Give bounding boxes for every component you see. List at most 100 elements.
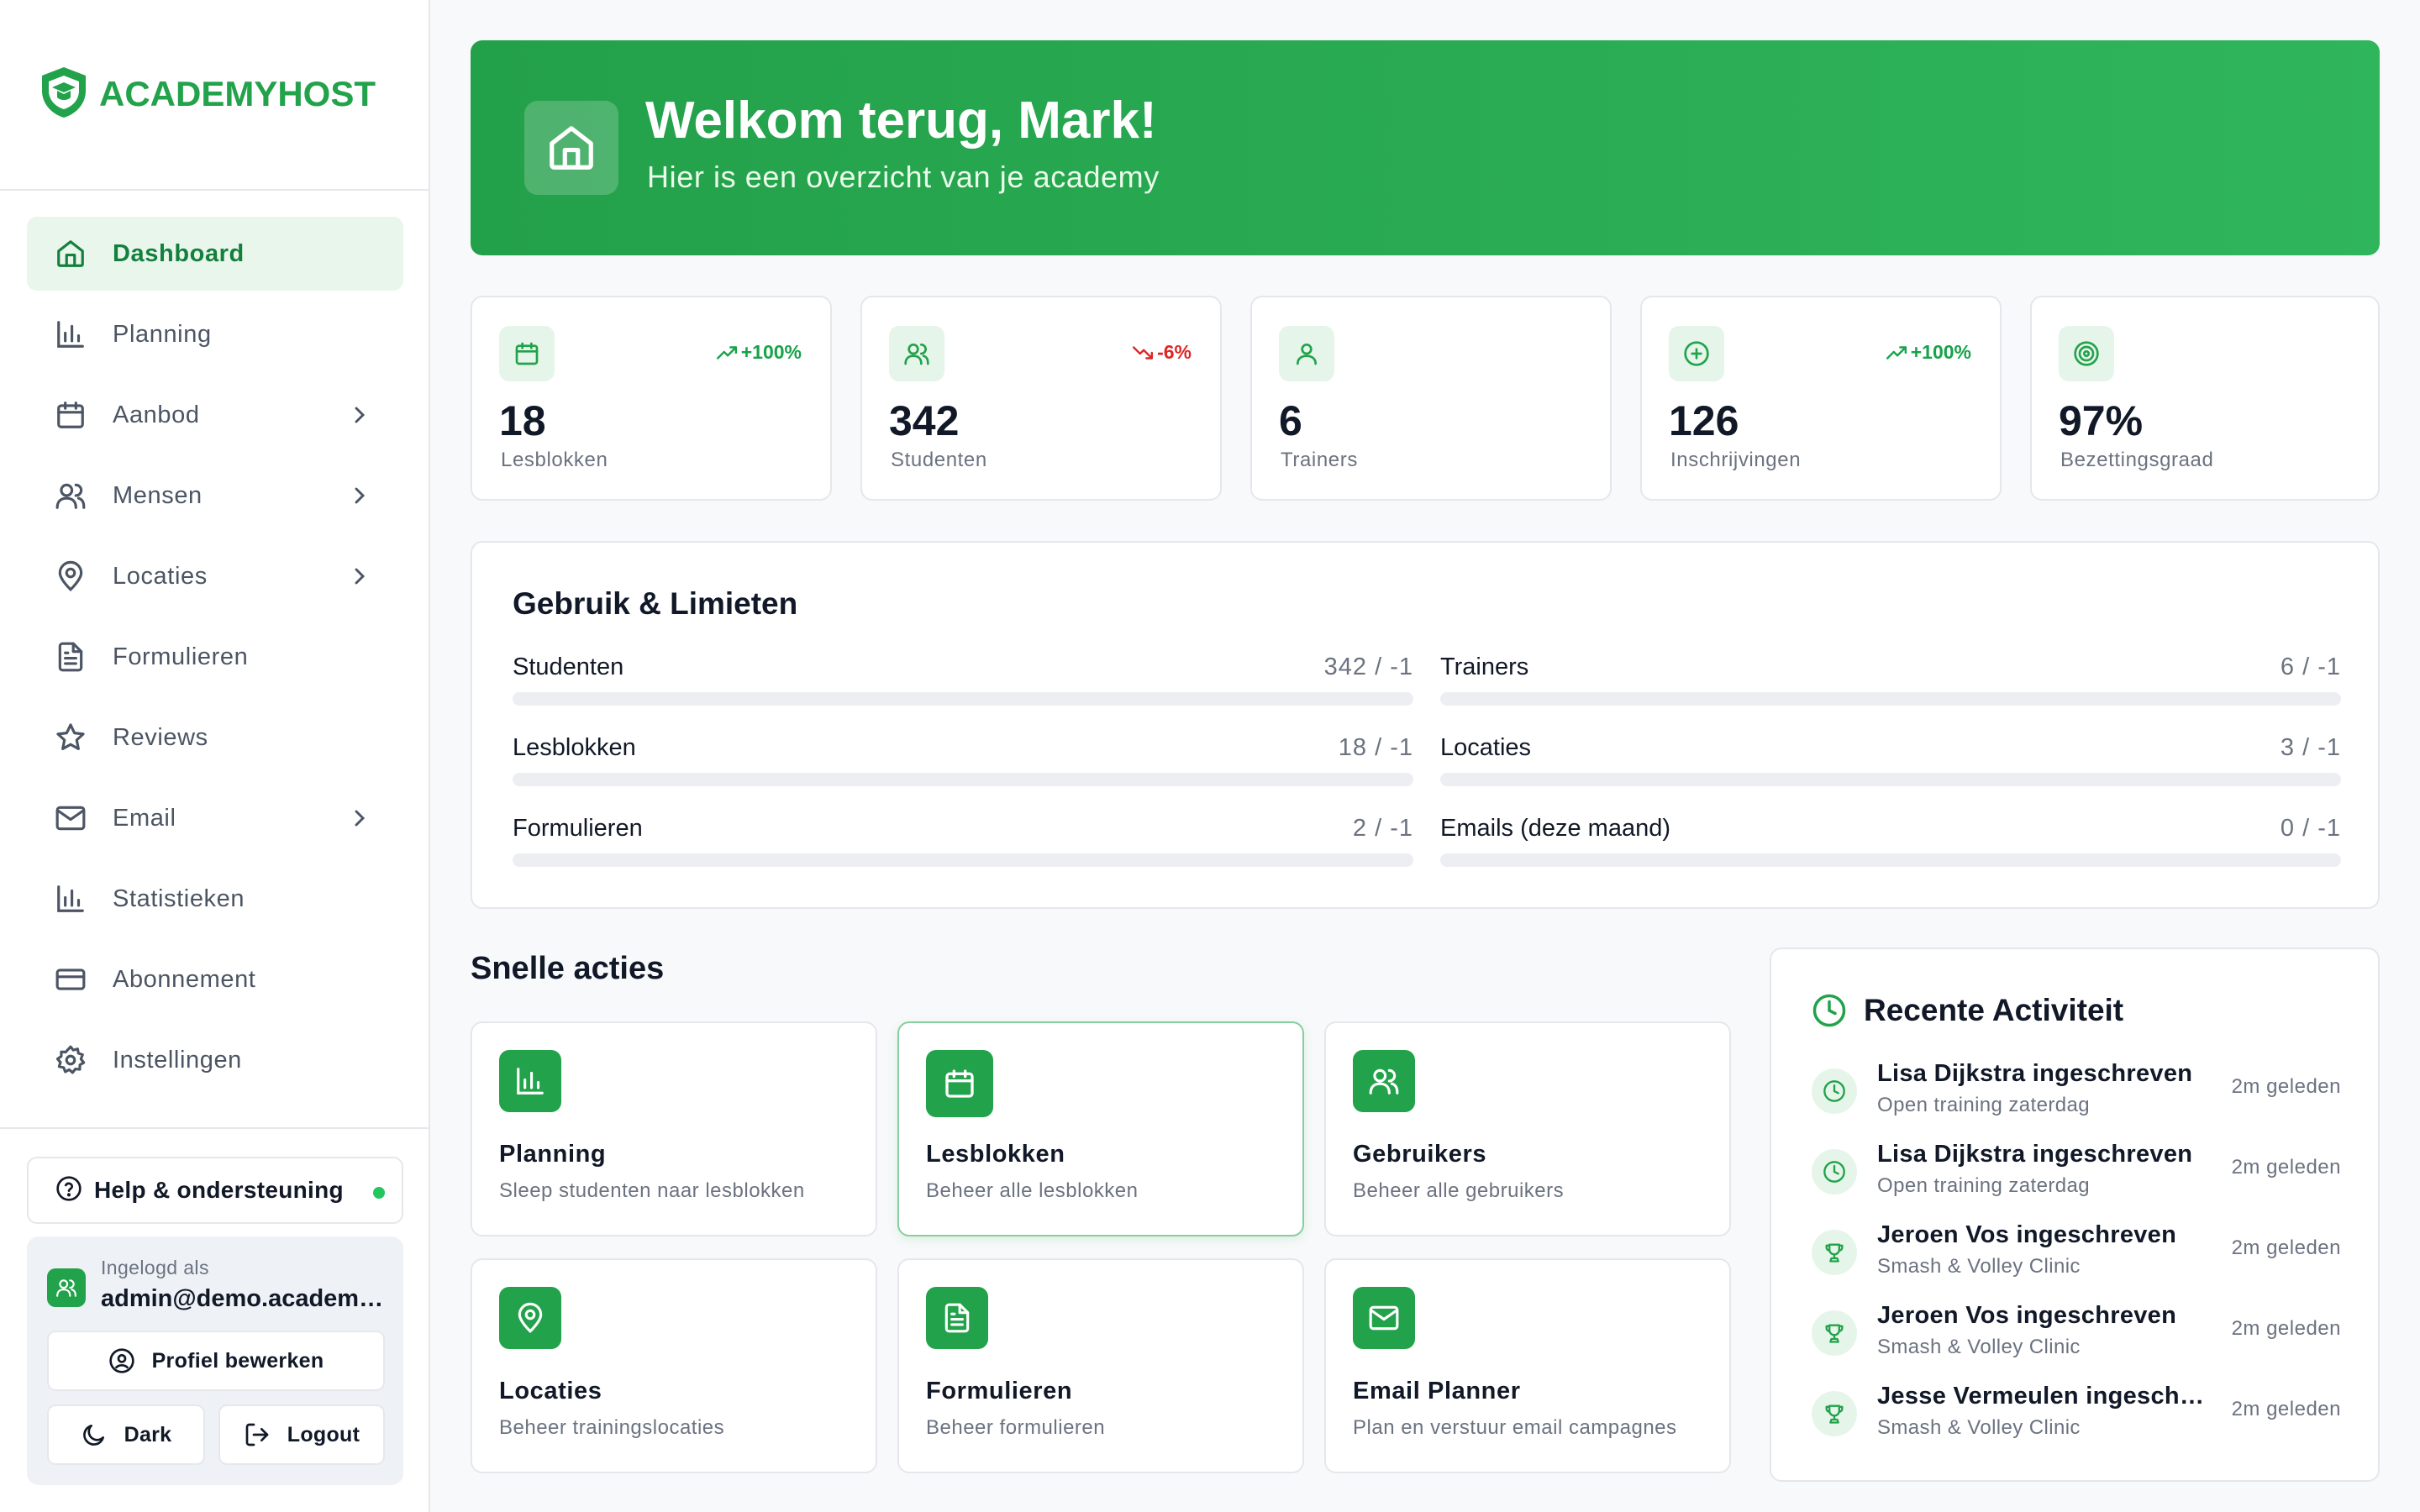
page-subtitle: Hier is een overzicht van je academy [647,160,1160,194]
activity-item[interactable]: Jesse Vermeulen ingeschreven Smash & Vol… [1812,1383,2341,1450]
usage-row-locaties: Locaties 3 / -1 [1440,734,2341,795]
quick-action-desc: Beheer formulieren [926,1416,1106,1439]
sidebar-item-label: Planning [113,320,212,348]
activity-subtitle: Open training zaterdag [1877,1174,2090,1197]
sidebar-item-label: Abonnement [113,965,256,993]
usage-value: 342 / -1 [1323,654,1413,680]
sidebar-item-label: Reviews [113,723,208,751]
calendar-icon [499,326,555,381]
quick-action-title: Locaties [499,1378,602,1404]
activity-item[interactable]: Jeroen Vos ingeschreven Smash & Volley C… [1812,1221,2341,1289]
stat-card-studenten[interactable]: -6% 342 Studenten [860,296,1222,501]
activity-subtitle: Smash & Volley Clinic [1877,1416,2081,1439]
usage-value: 0 / -1 [2280,815,2341,842]
sidebar-item-mensen[interactable]: Mensen [27,459,403,533]
help-circle-icon [55,1175,82,1206]
moon-icon [82,1425,104,1446]
quick-action-email-planner[interactable]: Email Planner Plan en verstuur email cam… [1324,1258,1731,1473]
users-icon [54,479,87,512]
sidebar-item-statistieken[interactable]: Statistieken [27,862,403,936]
quick-action-planning[interactable]: Planning Sleep studenten naar lesblokken [471,1021,877,1236]
usage-row-emails: Emails (deze maand) 0 / -1 [1440,815,2341,875]
usage-row-trainers: Trainers 6 / -1 [1440,654,2341,714]
help-button[interactable]: Help & ondersteuning [27,1157,403,1224]
bar-chart-icon [54,882,87,916]
home-icon [54,237,87,270]
logout-label: Logout [287,1422,360,1446]
stat-card-inschrijvingen[interactable]: +100% 126 Inschrijvingen [1640,296,2002,501]
usage-name: Studenten [513,654,624,680]
usage-row-studenten: Studenten 342 / -1 [513,654,1413,714]
sidebar-item-abonnement[interactable]: Abonnement [27,942,403,1016]
quick-action-desc: Beheer alle lesblokken [926,1179,1139,1202]
user-email: admin@demo.academyhost.nl [101,1285,395,1312]
quick-action-lesblokken[interactable]: Lesblokken Beheer alle lesblokken [897,1021,1304,1236]
quick-action-title: Gebruikers [1353,1141,1487,1168]
activity-subtitle: Open training zaterdag [1877,1094,2090,1116]
clock-icon [1812,994,1846,1027]
brand-logo[interactable]: ACADEMYHOST [39,66,376,121]
stat-value: 18 [499,397,546,444]
gear-icon [54,1043,87,1077]
star-icon [54,721,87,754]
usage-progress-bar [513,773,1413,786]
activity-time: 2m geleden [2231,1236,2341,1259]
sidebar-item-instellingen[interactable]: Instellingen [27,1023,403,1097]
sidebar-item-aanbod[interactable]: Aanbod [27,378,403,452]
user-card: Ingelogd als admin@demo.academyhost.nl P… [27,1236,403,1485]
quick-action-desc: Sleep studenten naar lesblokken [499,1179,805,1202]
logout-button[interactable]: Logout [218,1404,385,1465]
page-title: Welkom terug, Mark! [645,92,1157,150]
quick-action-desc: Plan en verstuur email campagnes [1353,1416,1677,1439]
sidebar-item-planning[interactable]: Planning [27,297,403,371]
target-icon [2059,326,2114,381]
sidebar-item-dashboard[interactable]: Dashboard [27,217,403,291]
edit-profile-button[interactable]: Profiel bewerken [47,1331,385,1391]
stat-card-bezettingsgraad[interactable]: 97% Bezettingsgraad [2030,296,2380,501]
file-text-icon [54,640,87,674]
usage-name: Locaties [1440,734,1532,761]
stat-card-trainers[interactable]: 6 Trainers [1250,296,1612,501]
activity-header: Recente Activiteit [1812,993,2123,1028]
edit-profile-label: Profiel bewerken [151,1348,324,1373]
activity-item[interactable]: Lisa Dijkstra ingeschreven Open training… [1812,1060,2341,1127]
usage-limits-panel: Gebruik & Limieten Studenten 342 / -1 Tr… [471,541,2380,909]
activity-item[interactable]: Lisa Dijkstra ingeschreven Open training… [1812,1141,2341,1208]
sidebar-item-locaties[interactable]: Locaties [27,539,403,613]
file-text-icon [926,1287,988,1349]
activity-item[interactable]: Jeroen Vos ingeschreven Smash & Volley C… [1812,1302,2341,1369]
dark-mode-toggle[interactable]: Dark [47,1404,205,1465]
bar-chart-icon [54,318,87,351]
quick-actions-title: Snelle acties [471,951,665,986]
stat-label: Inschrijvingen [1670,449,1802,471]
mail-icon [54,801,87,835]
usage-value: 6 / -1 [2280,654,2341,680]
stat-value: 6 [1279,397,1302,444]
quick-action-formulieren[interactable]: Formulieren Beheer formulieren [897,1258,1304,1473]
usage-name: Trainers [1440,654,1529,680]
avatar [47,1268,86,1307]
credit-card-icon [54,963,87,996]
stat-card-lesblokken[interactable]: +100% 18 Lesblokken [471,296,832,501]
activity-name: Lisa Dijkstra ingeschreven [1877,1141,2193,1168]
stat-label: Lesblokken [501,449,608,471]
trend-badge: -6% [1132,341,1192,364]
sidebar-item-formulieren[interactable]: Formulieren [27,620,403,694]
stat-value: 126 [1669,397,1739,444]
home-icon [524,101,618,195]
sidebar-item-reviews[interactable]: Reviews [27,701,403,774]
stat-label: Studenten [891,449,987,471]
quick-action-gebruikers[interactable]: Gebruikers Beheer alle gebruikers [1324,1021,1731,1236]
quick-action-locaties[interactable]: Locaties Beheer trainingslocaties [471,1258,877,1473]
activity-time: 2m geleden [2231,1398,2341,1420]
chevron-right-icon [355,568,366,585]
activity-subtitle: Smash & Volley Clinic [1877,1336,2081,1358]
usage-value: 2 / -1 [1352,815,1413,842]
sidebar-item-label: Mensen [113,481,203,509]
sidebar-item-email[interactable]: Email [27,781,403,855]
sidebar-item-label: Formulieren [113,643,249,670]
trophy-icon [1812,1310,1857,1356]
chevron-right-icon [355,407,366,423]
activity-time: 2m geleden [2231,1075,2341,1098]
chevron-right-icon [355,487,366,504]
